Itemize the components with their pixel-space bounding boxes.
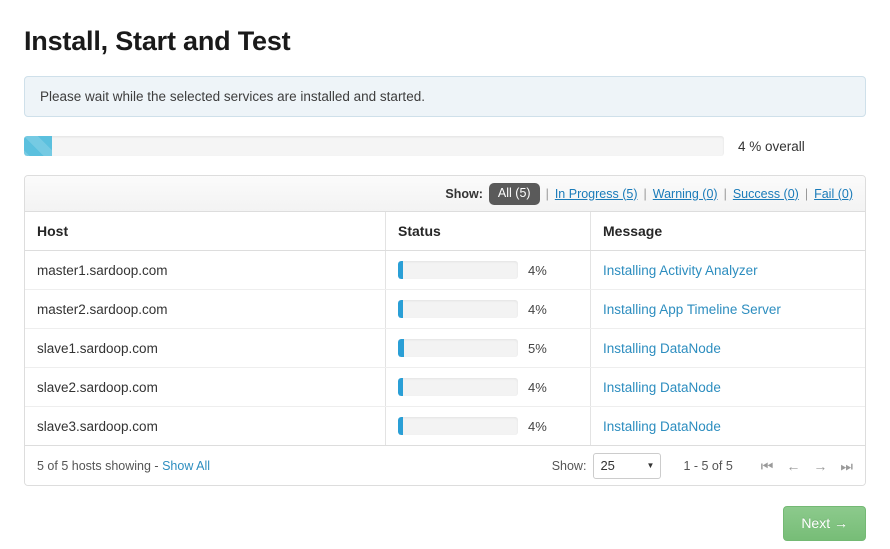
row-progress-bar — [398, 339, 518, 357]
cell-message: Installing DataNode — [591, 329, 866, 368]
cell-host: slave1.sardoop.com — [25, 329, 386, 368]
next-button[interactable]: Next → — [783, 506, 866, 541]
table-header-row: Host Status Message — [25, 212, 865, 251]
cell-message: Installing DataNode — [591, 407, 866, 446]
overall-progress-fill — [24, 136, 52, 156]
filter-option-in-progress[interactable]: In Progress (5) — [555, 187, 638, 201]
last-page-icon[interactable]: ⏭ — [840, 459, 853, 473]
overall-progress-label: 4 % overall — [738, 139, 805, 154]
row-progress-fill — [398, 300, 403, 318]
row-progress-fill — [398, 417, 403, 435]
cell-status: 4% — [386, 368, 591, 407]
message-link[interactable]: Installing DataNode — [603, 380, 721, 395]
cell-host: slave3.sardoop.com — [25, 407, 386, 446]
row-progress-percent: 4% — [528, 419, 547, 434]
cell-host: master1.sardoop.com — [25, 251, 386, 290]
pager-buttons: ⏮ ← → ⏭ — [761, 459, 853, 473]
hosts-showing-summary: 5 of 5 hosts showing - Show All — [37, 459, 210, 473]
message-link[interactable]: Installing DataNode — [603, 419, 721, 434]
status-progress: 5% — [398, 339, 578, 357]
page-size-select[interactable]: 25 ▼ — [593, 453, 661, 479]
filter-separator-2: | — [644, 187, 647, 201]
status-filter-bar: Show: All (5) | In Progress (5) | Warnin… — [25, 176, 865, 212]
chevron-down-icon: ▼ — [647, 462, 655, 470]
table-row: slave1.sardoop.com 5% Installing DataNode — [25, 329, 865, 368]
row-progress-bar — [398, 261, 518, 279]
row-progress-bar — [398, 417, 518, 435]
hosts-showing-text: 5 of 5 hosts showing - — [37, 459, 159, 473]
row-progress-percent: 4% — [528, 263, 547, 278]
status-progress: 4% — [398, 417, 578, 435]
row-progress-bar — [398, 300, 518, 318]
filter-option-warning[interactable]: Warning (0) — [653, 187, 718, 201]
cell-status: 4% — [386, 251, 591, 290]
filter-option-success[interactable]: Success (0) — [733, 187, 799, 201]
filter-option-fail[interactable]: Fail (0) — [814, 187, 853, 201]
table-row: slave2.sardoop.com 4% Installing DataNode — [25, 368, 865, 407]
row-progress-percent: 4% — [528, 380, 547, 395]
info-alert-text: Please wait while the selected services … — [40, 89, 425, 104]
filter-separator-3: | — [724, 187, 727, 201]
cell-status: 4% — [386, 407, 591, 446]
cell-host: slave2.sardoop.com — [25, 368, 386, 407]
hosts-table: Host Status Message master1.sardoop.com 4… — [25, 212, 865, 446]
message-link[interactable]: Installing Activity Analyzer — [603, 263, 758, 278]
column-header-host[interactable]: Host — [25, 212, 386, 251]
row-progress-fill — [398, 378, 403, 396]
cell-message: Installing App Timeline Server — [591, 290, 866, 329]
table-row: master2.sardoop.com 4% Installing App Time… — [25, 290, 865, 329]
filter-separator-1: | — [546, 187, 549, 201]
row-progress-bar — [398, 378, 518, 396]
filter-show-label: Show: — [445, 187, 483, 201]
pagination-controls: Show: 25 ▼ 1 - 5 of 5 ⏮ ← → ⏭ — [552, 453, 853, 479]
row-progress-fill — [398, 261, 403, 279]
hosts-panel: Show: All (5) | In Progress (5) | Warnin… — [24, 175, 866, 486]
install-start-test-page: Install, Start and Test Please wait whil… — [0, 0, 890, 549]
table-row: slave3.sardoop.com 4% Installing DataNode — [25, 407, 865, 446]
status-progress: 4% — [398, 261, 578, 279]
filter-separator-4: | — [805, 187, 808, 201]
row-progress-percent: 5% — [528, 341, 547, 356]
table-footer: 5 of 5 hosts showing - Show All Show: 25… — [25, 446, 865, 485]
cell-status: 5% — [386, 329, 591, 368]
cell-host: master2.sardoop.com — [25, 290, 386, 329]
cell-message: Installing DataNode — [591, 368, 866, 407]
filter-option-all[interactable]: All (5) — [489, 183, 540, 205]
page-title: Install, Start and Test — [24, 0, 866, 58]
status-progress: 4% — [398, 300, 578, 318]
next-page-icon[interactable]: → — [813, 459, 827, 473]
message-link[interactable]: Installing App Timeline Server — [603, 302, 781, 317]
page-size-label: Show: — [552, 459, 587, 473]
overall-progress-row: 4 % overall — [24, 136, 866, 156]
hosts-table-body: master1.sardoop.com 4% Installing Activity… — [25, 251, 865, 446]
page-actions: Next → — [24, 506, 866, 541]
pagination-range: 1 - 5 of 5 — [683, 459, 732, 473]
row-progress-percent: 4% — [528, 302, 547, 317]
cell-status: 4% — [386, 290, 591, 329]
status-progress: 4% — [398, 378, 578, 396]
row-progress-fill — [398, 339, 404, 357]
column-header-message[interactable]: Message — [591, 212, 866, 251]
overall-progress-bar — [24, 136, 724, 156]
page-size-value: 25 — [600, 458, 614, 473]
info-alert: Please wait while the selected services … — [24, 76, 866, 117]
message-link[interactable]: Installing DataNode — [603, 341, 721, 356]
first-page-icon[interactable]: ⏮ — [761, 459, 774, 473]
table-row: master1.sardoop.com 4% Installing Activity… — [25, 251, 865, 290]
column-header-status[interactable]: Status — [386, 212, 591, 251]
previous-page-icon[interactable]: ← — [786, 459, 800, 473]
cell-message: Installing Activity Analyzer — [591, 251, 866, 290]
show-all-link[interactable]: Show All — [162, 459, 210, 473]
